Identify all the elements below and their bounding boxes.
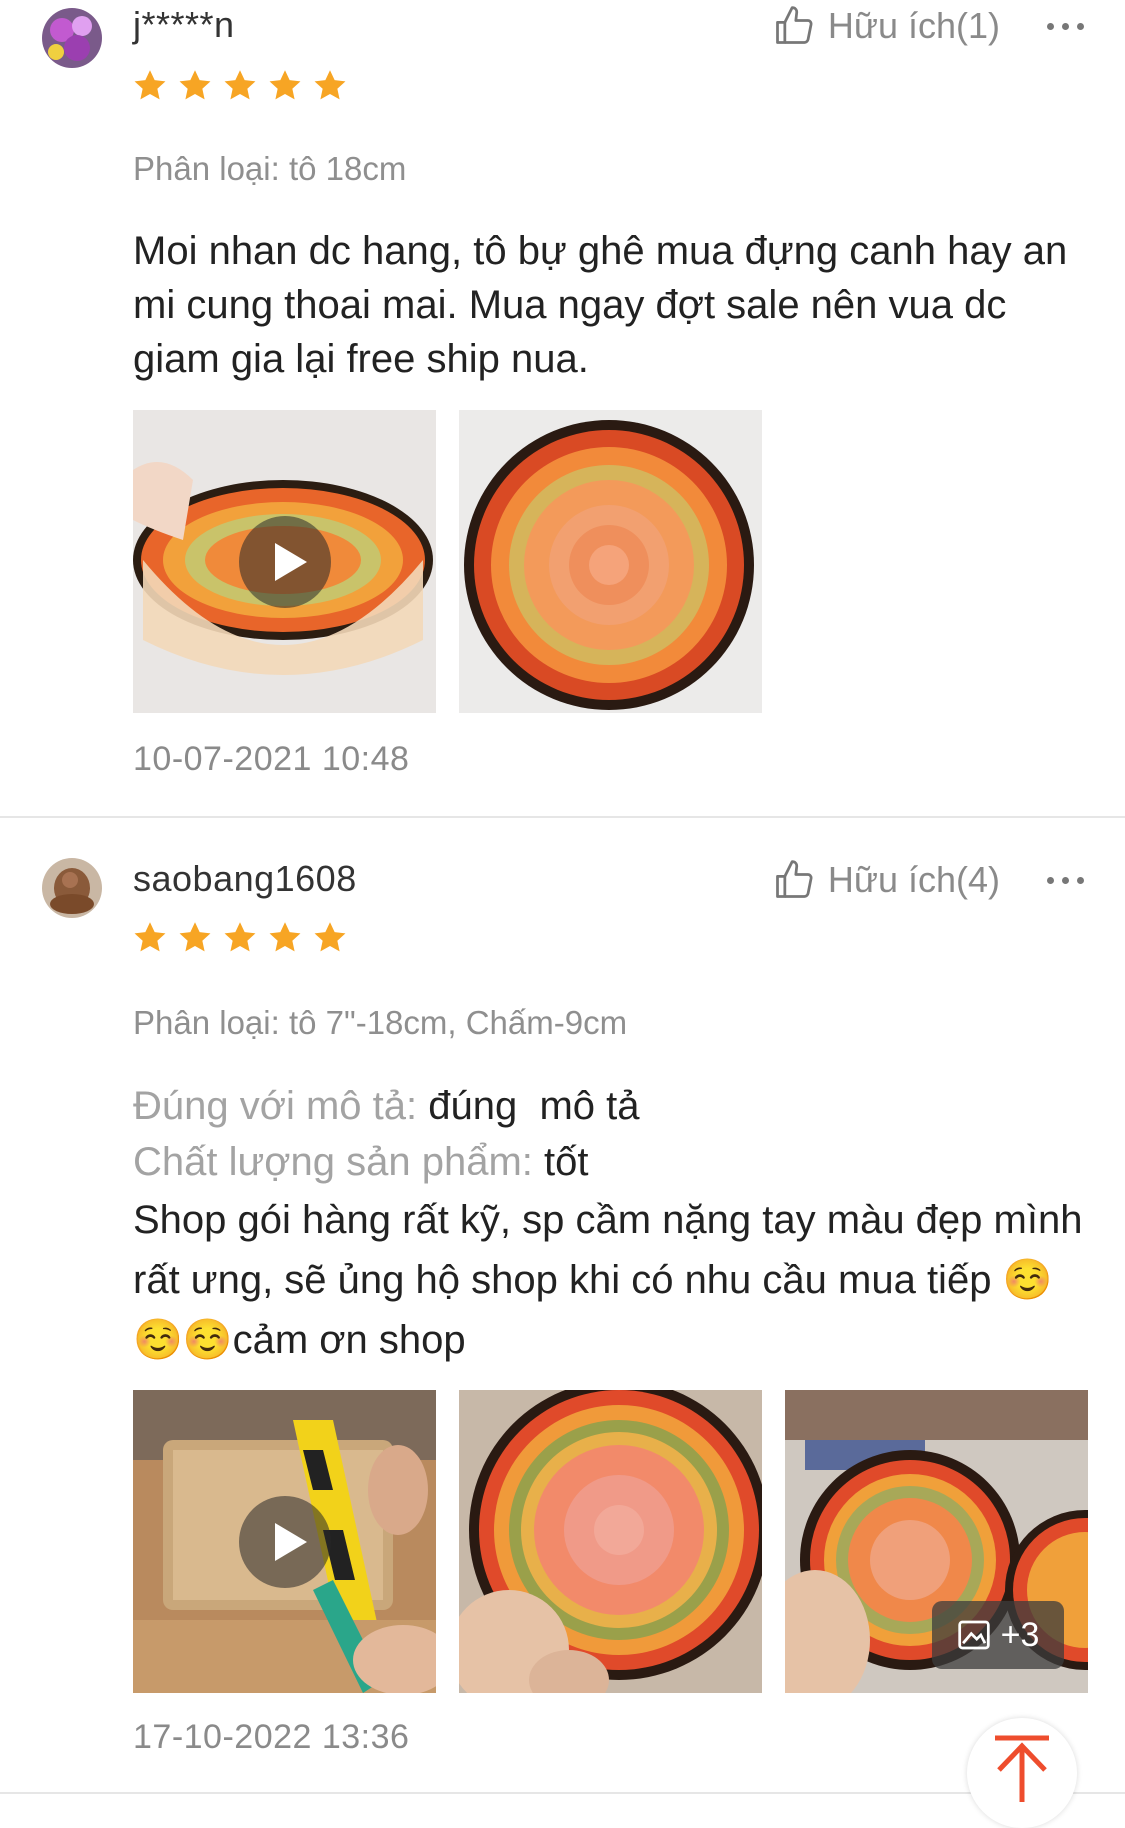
review-date: 10-07-2021 10:48 [133,740,410,778]
media-row: +3 [133,1390,1088,1693]
more-media-badge[interactable]: +3 [932,1601,1064,1669]
review-text: Shop gói hàng rất kỹ, sp cầm nặng tay mà… [133,1198,1083,1362]
star-icon [269,922,301,952]
username: j*****n [133,4,235,45]
play-icon[interactable] [238,515,331,608]
variant-label: Phân loại: tô 7"-18cm, Chấm-9cm [133,1004,628,1041]
arrow-up-icon [995,1735,1049,1802]
star-icon [134,70,166,100]
helpful-button[interactable]: Hữu ích(1) [772,4,1000,48]
more-options-icon[interactable] [1047,20,1087,32]
review-body: Đúng với mô tả: đúng mô tả Chất lượng sả… [133,1078,1093,1370]
helpful-count: (4) [956,859,1000,900]
more-options-icon[interactable] [1047,874,1087,886]
star-icon [179,70,211,100]
review-video-thumbnail[interactable] [133,1390,436,1693]
review-video-thumbnail[interactable] [133,410,436,713]
review-text: Moi nhan dc hang, tô bự ghê mua đựng can… [133,229,1068,381]
desc-line: Đúng với mô tả: đúng mô tả [133,1078,1093,1134]
star-icon [269,70,301,100]
star-rating [132,68,348,104]
play-icon[interactable] [238,1495,331,1588]
image-icon [957,1620,990,1650]
username: saobang1608 [133,858,357,899]
star-icon [224,922,256,952]
star-icon [134,922,166,952]
helpful-button[interactable]: Hữu ích(4) [772,858,1000,902]
star-rating [132,920,348,956]
desc-value: đúng mô tả [428,1084,640,1128]
quality-label: Chất lượng sản phẩm: [133,1140,533,1184]
helpful-label: Hữu ích [827,859,956,900]
helpful-count: (1) [956,5,1000,46]
variant-label: Phân loại: tô 18cm [133,150,407,187]
divider [0,1792,1125,1794]
review-image[interactable]: +3 [785,1390,1088,1693]
scroll-to-top-button[interactable] [967,1718,1077,1828]
star-icon [314,922,346,952]
divider [0,816,1125,818]
review-date: 17-10-2022 13:36 [133,1718,410,1756]
review-image[interactable] [459,410,762,713]
avatar[interactable] [42,8,102,68]
star-icon [224,70,256,100]
desc-label: Đúng với mô tả: [133,1084,418,1128]
avatar[interactable] [42,858,102,918]
more-media-count: +3 [1000,1615,1040,1654]
media-row [133,410,762,713]
star-icon [314,70,346,100]
review-image[interactable] [459,1390,762,1693]
thumbs-up-icon [775,6,813,44]
quality-value: tốt [544,1140,589,1184]
thumbs-up-icon [775,860,813,898]
star-icon [179,922,211,952]
helpful-label: Hữu ích [827,5,956,46]
quality-line: Chất lượng sản phẩm: tốt [133,1134,1093,1190]
